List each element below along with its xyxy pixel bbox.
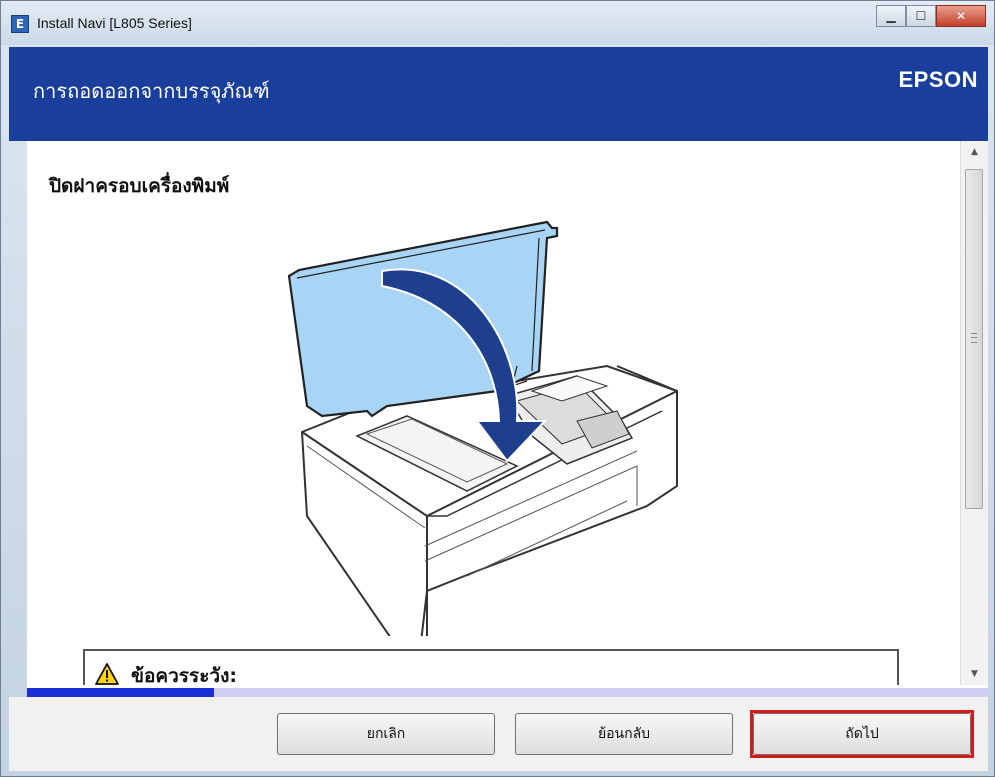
caption-buttons: ▁ ☐ ✕ bbox=[876, 5, 986, 27]
app-icon: E bbox=[11, 15, 29, 33]
back-button[interactable]: ย้อนกลับ bbox=[515, 713, 733, 755]
warning-icon bbox=[95, 663, 119, 685]
step-title: การถอดออกจากบรรจุภัณฑ์ bbox=[33, 79, 270, 103]
instruction-heading: ปิดฝาครอบเครื่องพิมพ์ bbox=[49, 175, 230, 197]
scroll-down-icon[interactable]: ▼ bbox=[961, 665, 988, 683]
progress-fill bbox=[27, 688, 215, 697]
caution-box: ข้อควรระวัง: bbox=[83, 649, 899, 685]
maximize-button[interactable]: ☐ bbox=[906, 5, 936, 27]
maximize-icon: ☐ bbox=[915, 9, 927, 23]
window-title: Install Navi [L805 Series] bbox=[37, 15, 192, 31]
grip-icon bbox=[971, 333, 977, 343]
brand-logo: EPSON bbox=[898, 67, 978, 92]
next-button[interactable]: ถัดไป bbox=[753, 713, 971, 755]
close-icon: ✕ bbox=[955, 9, 967, 23]
title-bar[interactable]: E Install Navi [L805 Series] ▁ ☐ ✕ bbox=[1, 1, 994, 45]
scroll-up-icon[interactable]: ▲ bbox=[961, 143, 988, 161]
installer-window: E Install Navi [L805 Series] ▁ ☐ ✕ การถอ… bbox=[0, 0, 995, 777]
cancel-button[interactable]: ยกเลิก bbox=[277, 713, 495, 755]
minimize-icon: ▁ bbox=[886, 9, 896, 23]
scroll-thumb[interactable] bbox=[965, 169, 983, 509]
progress-bar bbox=[27, 685, 988, 697]
printer-close-cover-illustration bbox=[287, 220, 678, 636]
footer-bar: ยกเลิก ย้อนกลับ ถัดไป bbox=[9, 697, 988, 771]
step-header: การถอดออกจากบรรจุภัณฑ์ EPSON bbox=[9, 47, 988, 141]
content-panel: ปิดฝาครอบเครื่องพิมพ์ ข้อควรระวัง: bbox=[27, 141, 960, 685]
minimize-button[interactable]: ▁ bbox=[876, 5, 906, 27]
close-button[interactable]: ✕ bbox=[936, 5, 986, 27]
content-scrollbar[interactable]: ▲ ▼ bbox=[960, 141, 988, 685]
caution-label: ข้อควรระวัง: bbox=[131, 665, 237, 685]
